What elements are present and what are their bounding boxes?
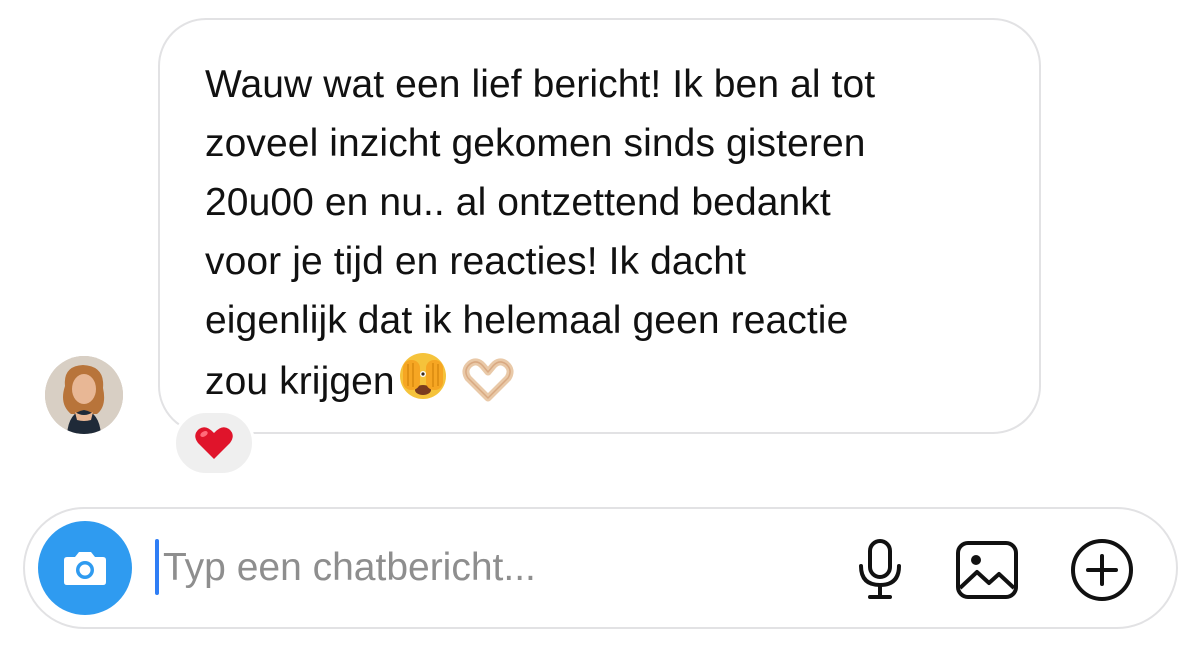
heart-hands-icon bbox=[461, 358, 515, 419]
microphone-icon bbox=[859, 539, 901, 599]
text-caret bbox=[155, 539, 159, 595]
message-line: eigenlijk dat ik helemaal geen reactie bbox=[205, 299, 849, 342]
heart-icon bbox=[195, 427, 233, 459]
plus-circle-icon bbox=[1071, 539, 1133, 601]
avatar-photo bbox=[45, 356, 123, 434]
chat-input[interactable] bbox=[163, 533, 823, 603]
message-composer bbox=[23, 507, 1178, 629]
message-bubble[interactable]: Wauw wat een lief bericht! Ik ben al tot… bbox=[158, 18, 1041, 434]
camera-icon bbox=[64, 552, 106, 585]
add-button[interactable] bbox=[1067, 535, 1137, 605]
message-line: voor je tijd en reacties! Ik dacht bbox=[205, 240, 747, 283]
message-line: zou krijgen bbox=[205, 360, 395, 403]
message-line: 20u00 en nu.. al ontzettend bedankt bbox=[205, 181, 831, 224]
message-line: zoveel inzicht gekomen sinds gisteren bbox=[205, 122, 866, 165]
image-icon bbox=[956, 541, 1018, 599]
camera-button[interactable] bbox=[38, 521, 132, 615]
message-text: Wauw wat een lief bericht! Ik ben al tot… bbox=[205, 55, 999, 419]
heart-reaction[interactable] bbox=[173, 410, 255, 476]
face-with-peeking-eye-icon bbox=[397, 350, 449, 419]
sender-avatar[interactable] bbox=[45, 356, 123, 434]
chat-screen: Wauw wat een lief bericht! Ik ben al tot… bbox=[0, 0, 1200, 651]
message-line: Wauw wat een lief bericht! Ik ben al tot bbox=[205, 63, 876, 106]
gallery-button[interactable] bbox=[952, 535, 1022, 605]
microphone-button[interactable] bbox=[845, 535, 915, 605]
